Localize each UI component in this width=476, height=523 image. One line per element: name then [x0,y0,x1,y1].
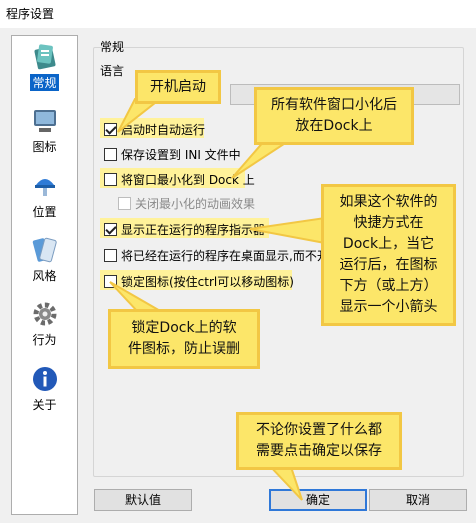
checkbox[interactable] [104,222,117,236]
callout-indicator: 如果这个软件的 快捷方式在 Dock上，当它 运行后，在图标 下方（或上方） 显… [321,184,456,326]
ok-button[interactable]: 确定 [269,489,367,511]
option-minimize-to-dock[interactable]: 将窗口最小化到 Dock 上 [104,170,255,188]
checkbox[interactable] [104,274,117,288]
sidebar-item-label: 关于 [32,398,57,412]
general-icon [33,44,56,70]
monitor-icon [33,110,56,132]
option-show-running-on-desktop[interactable]: 将已经在运行的程序在桌面显示,而不开 [104,246,324,264]
callout-line: Dock上，当它 [342,236,435,252]
checkbox[interactable] [104,147,117,161]
style-icon [32,237,57,263]
callout-line: 显示一个小箭头 [339,299,438,315]
callout-save: 不论你设置了什么都 需要点击确定以保存 [236,412,402,470]
gear-icon [33,302,56,326]
callout-line: 不论你设置了什么都 [256,422,382,438]
sidebar-item-icons[interactable]: 图标 [12,106,77,155]
checkbox[interactable] [104,172,117,186]
callout-text: 开机启动 [150,78,206,95]
lamp-icon [34,179,55,196]
sidebar-item-label: 位置 [32,205,57,219]
callout-line: 放在Dock上 [295,118,373,134]
checkbox [118,196,131,210]
sidebar-item-label: 图标 [32,140,57,154]
info-icon [32,367,57,391]
callout-line: 件图标，防止误删 [128,341,240,357]
sidebar-item-general[interactable]: 常规 [12,42,77,91]
option-label: 锁定图标(按住ctrl可以移动图标) [121,274,294,289]
callout-lock: 锁定Dock上的软 件图标，防止误删 [108,309,260,369]
checkbox[interactable] [104,122,117,136]
callout-line: 快捷方式在 [353,215,424,231]
callout-line: 运行后，在图标 [339,257,438,273]
language-label: 语言 [100,64,125,78]
sidebar-item-style[interactable]: 风格 [12,235,77,284]
window-title: 程序设置 [6,7,55,21]
option-running-indicator[interactable]: 显示正在运行的程序指示器 [104,220,265,238]
option-disable-minimize-animation: 关闭最小化的动画效果 [118,194,255,212]
section-title: 常规 [100,40,125,54]
callout-line: 锁定Dock上的软 [131,320,237,336]
sidebar: 常规 图标 位置 风格 行为 关于 [11,35,78,515]
option-label: 将窗口最小化到 Dock 上 [121,172,255,187]
sidebar-item-position[interactable]: 位置 [12,171,77,220]
callout-line: 如果这个软件的 [339,194,438,210]
default-button[interactable]: 默认值 [94,489,192,511]
sidebar-item-label: 风格 [32,269,57,283]
cancel-button[interactable]: 取消 [369,489,467,511]
option-label: 将已经在运行的程序在桌面显示,而不开 [121,248,324,263]
option-label: 显示正在运行的程序指示器 [121,222,266,237]
sidebar-item-behavior[interactable]: 行为 [12,299,77,348]
checkbox[interactable] [104,248,117,262]
callout-autostart: 开机启动 [135,70,221,104]
callout-line: 所有软件窗口小化后 [271,97,397,113]
option-autostart[interactable]: 启动时自动运行 [104,120,205,138]
sidebar-item-label: 常规 [30,74,59,91]
option-label: 保存设置到 INI 文件中 [121,147,241,162]
sidebar-item-label: 行为 [32,333,57,347]
callout-minimize: 所有软件窗口小化后 放在Dock上 [254,87,414,145]
option-lock-icons[interactable]: 锁定图标(按住ctrl可以移动图标) [104,272,294,290]
option-label: 关闭最小化的动画效果 [135,196,256,211]
option-label: 启动时自动运行 [121,122,206,137]
option-save-ini[interactable]: 保存设置到 INI 文件中 [104,145,241,163]
callout-line: 需要点击确定以保存 [256,443,382,459]
title-bar: 程序设置 [0,0,476,28]
callout-line: 下方（或上方） [339,278,438,294]
sidebar-item-about[interactable]: 关于 [12,364,77,413]
